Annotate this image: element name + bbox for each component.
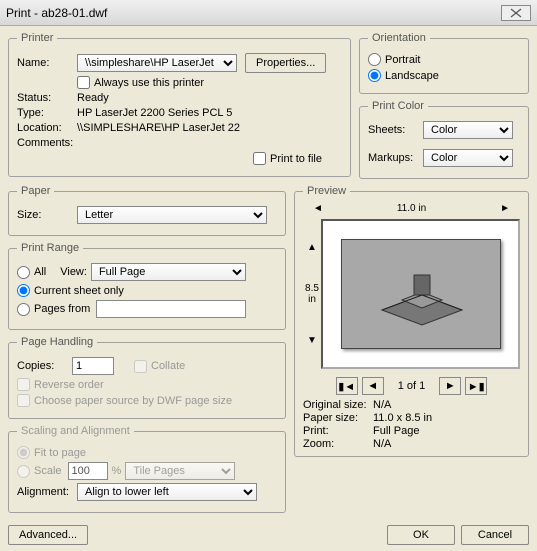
preview-width: 11.0 in bbox=[397, 203, 426, 214]
print-range-group: Print Range All View: Full Page Current … bbox=[8, 242, 286, 330]
current-radio[interactable] bbox=[17, 284, 30, 297]
view-select[interactable]: Full Page bbox=[91, 263, 246, 281]
last-page-button[interactable]: ►▮ bbox=[465, 377, 487, 395]
all-radio[interactable] bbox=[17, 266, 30, 279]
reverse-label: Reverse order bbox=[34, 379, 104, 391]
scale-input bbox=[68, 462, 108, 480]
choose-source-checkbox bbox=[17, 394, 30, 407]
first-page-button[interactable]: ▮◄ bbox=[336, 377, 358, 395]
scale-label: Scale bbox=[34, 465, 62, 477]
collate-checkbox bbox=[134, 360, 147, 373]
print-value: Full Page bbox=[373, 425, 419, 437]
scaling-legend: Scaling and Alignment bbox=[17, 425, 134, 437]
isometric-icon bbox=[372, 260, 472, 330]
prev-page-button[interactable]: ◄ bbox=[362, 377, 384, 395]
print-range-legend: Print Range bbox=[17, 242, 83, 254]
pages-from-radio[interactable] bbox=[17, 303, 30, 316]
titlebar: Print - ab28-01.dwf bbox=[0, 0, 537, 26]
zoom-label: Zoom: bbox=[303, 438, 373, 450]
pages-from-label: Pages from bbox=[34, 303, 90, 315]
markups-label: Markups: bbox=[368, 152, 423, 164]
collate-label: Collate bbox=[151, 360, 185, 372]
current-label: Current sheet only bbox=[34, 285, 124, 297]
scale-radio bbox=[17, 465, 30, 478]
sheets-select[interactable]: Color bbox=[423, 121, 513, 139]
size-label: Size: bbox=[17, 209, 77, 221]
location-value: \\SIMPLESHARE\HP LaserJet 22 bbox=[77, 122, 240, 134]
window-title: Print - ab28-01.dwf bbox=[6, 6, 107, 20]
advanced-button[interactable]: Advanced... bbox=[8, 525, 88, 545]
landscape-label: Landscape bbox=[385, 70, 439, 82]
orig-size-label: Original size: bbox=[303, 399, 373, 411]
page-indicator: 1 of 1 bbox=[388, 380, 436, 392]
reverse-checkbox bbox=[17, 378, 30, 391]
printer-group: Printer Name: \\simpleshare\HP LaserJet … bbox=[8, 32, 351, 177]
preview-legend: Preview bbox=[303, 185, 350, 197]
paper-size-select[interactable]: Letter bbox=[77, 206, 267, 224]
orientation-group: Orientation Portrait Landscape bbox=[359, 32, 529, 94]
type-label: Type: bbox=[17, 107, 77, 119]
next-page-button[interactable]: ► bbox=[439, 377, 461, 395]
alignment-select[interactable]: Align to lower left bbox=[77, 483, 257, 501]
preview-height: 8.5 in bbox=[303, 283, 321, 305]
fit-radio bbox=[17, 446, 30, 459]
print-to-file-checkbox[interactable] bbox=[253, 152, 266, 165]
properties-button[interactable]: Properties... bbox=[245, 53, 326, 73]
close-icon bbox=[510, 8, 522, 18]
print-color-group: Print Color Sheets:Color Markups:Color bbox=[359, 100, 529, 179]
sheets-label: Sheets: bbox=[368, 124, 423, 136]
paper-size-label: Paper size: bbox=[303, 412, 373, 424]
orig-size-value: N/A bbox=[373, 399, 391, 411]
printer-legend: Printer bbox=[17, 32, 57, 44]
cancel-button[interactable]: Cancel bbox=[461, 525, 529, 545]
printer-name-select[interactable]: \\simpleshare\HP LaserJet 22 bbox=[77, 54, 237, 72]
paper-size-value: 11.0 x 8.5 in bbox=[373, 412, 432, 424]
name-label: Name: bbox=[17, 57, 77, 69]
close-button[interactable] bbox=[501, 5, 531, 21]
pages-from-input[interactable] bbox=[96, 300, 246, 318]
page-handling-legend: Page Handling bbox=[17, 336, 97, 348]
preview-image bbox=[341, 239, 501, 349]
page-handling-group: Page Handling Copies: Collate Reverse or… bbox=[8, 336, 286, 419]
zoom-value: N/A bbox=[373, 438, 391, 450]
landscape-radio[interactable] bbox=[368, 69, 381, 82]
paper-legend: Paper bbox=[17, 185, 54, 197]
copies-input[interactable] bbox=[72, 357, 114, 375]
preview-box bbox=[321, 219, 520, 369]
tile-select: Tile Pages bbox=[125, 462, 235, 480]
always-use-label: Always use this printer bbox=[94, 77, 204, 89]
view-label: View: bbox=[60, 266, 87, 278]
portrait-label: Portrait bbox=[385, 54, 420, 66]
status-value: Ready bbox=[77, 92, 109, 104]
portrait-radio[interactable] bbox=[368, 53, 381, 66]
all-label: All bbox=[34, 266, 46, 278]
scaling-group: Scaling and Alignment Fit to page Scale … bbox=[8, 425, 286, 513]
always-use-checkbox[interactable] bbox=[77, 76, 90, 89]
orientation-legend: Orientation bbox=[368, 32, 430, 44]
type-value: HP LaserJet 2200 Series PCL 5 bbox=[77, 107, 232, 119]
paper-group: Paper Size:Letter bbox=[8, 185, 286, 236]
fit-label: Fit to page bbox=[34, 447, 86, 459]
ok-button[interactable]: OK bbox=[387, 525, 455, 545]
print-to-file-label: Print to file bbox=[270, 153, 322, 165]
status-label: Status: bbox=[17, 92, 77, 104]
preview-group: Preview ◄ 11.0 in ► ▲ 8.5 in ▼ bbox=[294, 185, 529, 457]
print-color-legend: Print Color bbox=[368, 100, 428, 112]
alignment-label: Alignment: bbox=[17, 486, 77, 498]
copies-label: Copies: bbox=[17, 360, 72, 372]
choose-source-label: Choose paper source by DWF page size bbox=[34, 395, 232, 407]
comments-label: Comments: bbox=[17, 137, 77, 149]
location-label: Location: bbox=[17, 122, 77, 134]
pct-label: % bbox=[108, 465, 126, 477]
markups-select[interactable]: Color bbox=[423, 149, 513, 167]
print-label: Print: bbox=[303, 425, 373, 437]
